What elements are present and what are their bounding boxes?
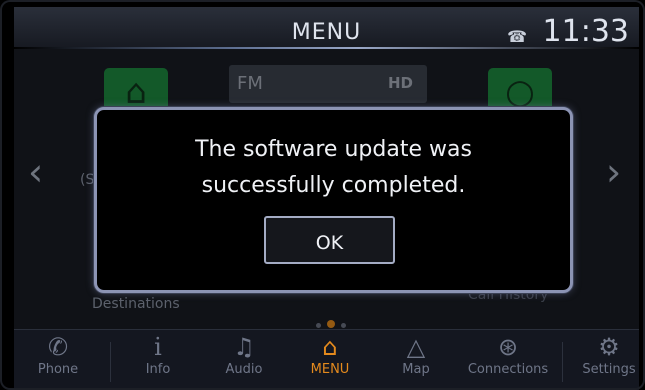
screen-bezel: [0, 0, 645, 390]
screen: MENU ☎ 11:33 ⌂ ○ FM HD ‹ › (S Destinatio…: [0, 0, 645, 390]
